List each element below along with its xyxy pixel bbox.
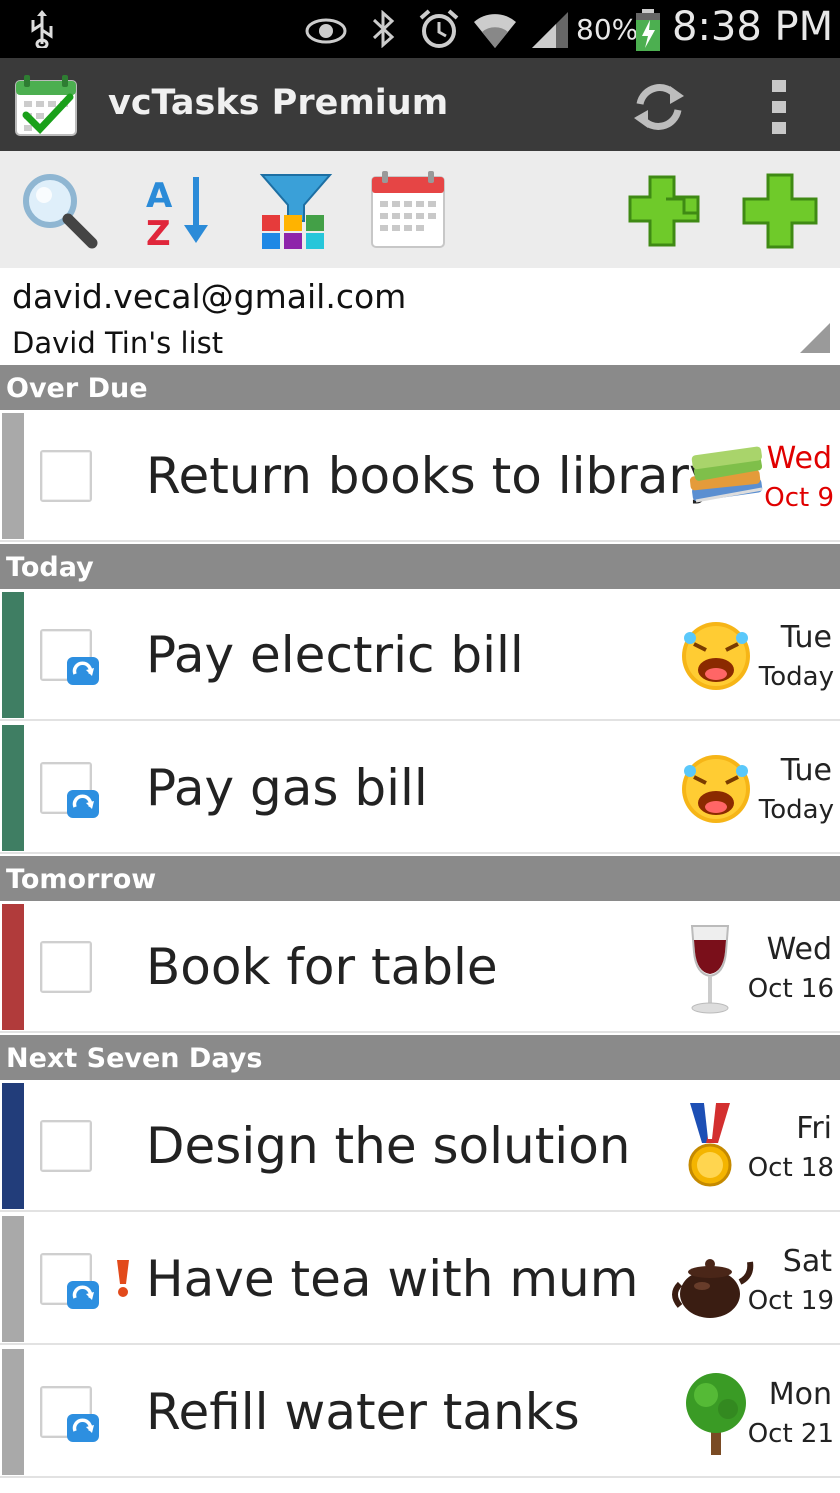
section-header: Tomorrow: [0, 856, 840, 901]
teapot-icon: [670, 1232, 754, 1328]
add-task-icon[interactable]: [738, 169, 822, 253]
task-due-day: Sat: [782, 1244, 832, 1279]
priority-color-stripe: [2, 1083, 24, 1209]
search-icon[interactable]: [18, 169, 102, 253]
clock: 8:38 PM: [672, 4, 834, 50]
task-row[interactable]: Design the solution Fri Oct 18: [0, 1081, 840, 1212]
task-checkbox[interactable]: [40, 941, 92, 993]
task-row[interactable]: Have tea with mum Sat Oct 19: [0, 1214, 840, 1345]
task-title: Book for table: [146, 938, 498, 996]
task-title: Pay gas bill: [146, 759, 428, 817]
task-due-day: Mon: [768, 1377, 832, 1412]
priority-color-stripe: [2, 1216, 24, 1342]
section-header: Over Due: [0, 365, 840, 410]
task-title: Pay electric bill: [146, 626, 524, 684]
task-due-day: Fri: [796, 1111, 832, 1146]
task-due-date: Oct 21: [747, 1419, 834, 1449]
calendar-icon[interactable]: [366, 169, 450, 253]
sort-az-icon[interactable]: A Z: [138, 169, 222, 253]
repeat-icon: [67, 1281, 99, 1309]
priority-color-stripe: [2, 725, 24, 851]
action-bar: vcTasks Premium: [0, 58, 840, 151]
account-email: david.vecal@gmail.com: [12, 277, 407, 316]
account-selector[interactable]: david.vecal@gmail.com David Tin's list: [0, 268, 840, 365]
repeat-icon: [67, 657, 99, 685]
list-name: David Tin's list: [12, 326, 224, 360]
task-due-date: Today: [758, 662, 834, 692]
sync-icon[interactable]: [626, 74, 692, 140]
usb-icon: [31, 10, 53, 48]
repeat-icon: [67, 790, 99, 818]
task-title: Have tea with mum: [146, 1250, 639, 1308]
tree-icon: [674, 1365, 758, 1461]
filter-icon[interactable]: [254, 169, 338, 253]
task-title: Return books to library: [146, 447, 719, 505]
task-row[interactable]: Pay electric bill Tue Today: [0, 590, 840, 721]
task-row[interactable]: Book for table Wed Oct 16: [0, 902, 840, 1033]
task-due-date: Oct 16: [747, 974, 834, 1004]
high-priority-icon: [117, 1260, 129, 1297]
status-bar: 80% 8:38 PM: [0, 0, 840, 58]
crying-laughing-face-icon: [674, 741, 758, 837]
task-title: Refill water tanks: [146, 1383, 580, 1441]
task-due-date: Oct 18: [747, 1153, 834, 1183]
books-icon: [686, 429, 770, 525]
toolbar: A Z: [0, 151, 840, 268]
task-title: Design the solution: [146, 1117, 631, 1175]
task-checkbox[interactable]: [40, 450, 92, 502]
priority-color-stripe: [2, 592, 24, 718]
wine-glass-icon: [668, 920, 752, 1016]
task-checkbox[interactable]: [40, 1120, 92, 1172]
signal-icon: [532, 12, 568, 48]
battery-charging-icon: [636, 9, 660, 51]
task-due-day: Wed: [766, 932, 832, 967]
repeat-icon: [67, 1414, 99, 1442]
dropdown-triangle-icon[interactable]: [800, 323, 830, 353]
app-title: vcTasks Premium: [108, 83, 449, 123]
task-row[interactable]: Return books to library Wed Oct 9: [0, 411, 840, 542]
overflow-menu-icon[interactable]: [756, 74, 802, 140]
task-due-day: Tue: [780, 620, 832, 655]
bluetooth-icon: [372, 10, 395, 48]
task-due-day: Tue: [780, 753, 832, 788]
section-header: Today: [0, 544, 840, 589]
alarm-icon: [419, 9, 459, 48]
priority-color-stripe: [2, 413, 24, 539]
medal-icon: [668, 1099, 752, 1195]
priority-color-stripe: [2, 1349, 24, 1475]
svg-text:Z: Z: [146, 214, 171, 253]
priority-color-stripe: [2, 904, 24, 1030]
eye-icon: [305, 18, 347, 44]
section-header: Next Seven Days: [0, 1035, 840, 1080]
wifi-icon: [474, 14, 516, 48]
add-subtask-icon[interactable]: [622, 169, 706, 253]
crying-laughing-face-icon: [674, 608, 758, 704]
task-row[interactable]: Pay gas bill Tue Today: [0, 723, 840, 854]
task-due-day: Wed: [766, 441, 832, 476]
task-due-date: Today: [758, 795, 834, 825]
task-due-date: Oct 19: [747, 1286, 834, 1316]
battery-percent: 80%: [576, 13, 639, 46]
svg-text:A: A: [146, 176, 173, 216]
task-row[interactable]: Refill water tanks Mon Oct 21: [0, 1347, 840, 1478]
app-logo-icon[interactable]: [14, 73, 78, 137]
task-due-date: Oct 9: [764, 483, 834, 513]
